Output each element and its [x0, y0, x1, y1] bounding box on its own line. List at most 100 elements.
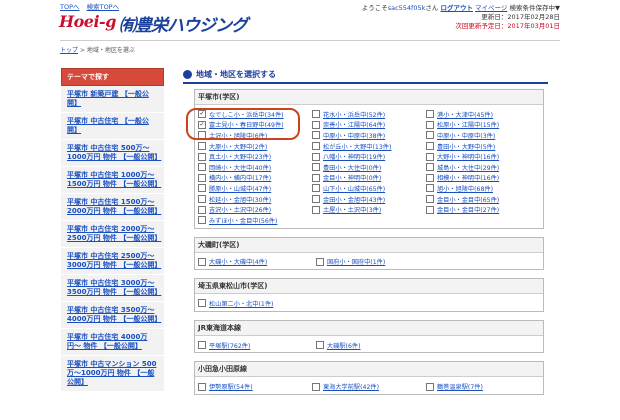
nav-search-top-link[interactable]: 検索TOPへ: [87, 3, 120, 11]
sidebar-item[interactable]: 平塚市 中古住宅 3500万〜4000万円 物件 【一般公開】: [61, 302, 164, 329]
area-checkbox[interactable]: [312, 142, 320, 151]
area-label[interactable]: みずほ小・金目中(56件): [209, 216, 277, 225]
area-checkbox[interactable]: [426, 195, 434, 204]
area-checkbox[interactable]: [198, 299, 206, 308]
area-label[interactable]: 城島小・大住中(29件): [437, 163, 499, 172]
area-checkbox[interactable]: [198, 195, 206, 204]
area-option[interactable]: 鶴巻温泉駅(7件): [426, 382, 540, 391]
sidebar-item[interactable]: 平塚市 中古住宅 1500万〜2000万円 物件 【一般公開】: [61, 194, 164, 221]
area-checkbox[interactable]: [312, 205, 320, 214]
sidebar-item[interactable]: 平塚市 中古住宅 【一般公開】: [61, 113, 164, 140]
area-option[interactable]: 大磯駅(6件): [316, 341, 434, 350]
area-option[interactable]: 豊田小・大住中(0件): [312, 163, 426, 172]
area-label[interactable]: 松山第二小・北中(1件): [209, 299, 273, 308]
area-option[interactable]: 港小・大津中(45件): [426, 110, 540, 119]
area-checkbox[interactable]: [426, 120, 434, 129]
area-label[interactable]: 旭小・旭陵中(68件): [437, 184, 493, 193]
sidebar-item[interactable]: 平塚市 中古住宅 3000万〜3500万円 物件 【一般公開】: [61, 275, 164, 302]
area-option[interactable]: 岡崎小・大住中(40件): [198, 163, 312, 172]
area-option[interactable]: 相模小・神明中(16件): [426, 173, 540, 182]
area-checkbox[interactable]: [198, 142, 206, 151]
area-label[interactable]: 金目小・神明中(0件): [323, 173, 381, 182]
area-checkbox[interactable]: [312, 195, 320, 204]
area-option[interactable]: 吉沢小・土沢中(26件): [198, 205, 312, 214]
area-option[interactable]: みずほ小・金目中(56件): [198, 216, 316, 225]
logo-en[interactable]: Hoei-g: [59, 12, 116, 31]
area-option[interactable]: 真土小・大野中(23件): [198, 152, 312, 161]
area-label[interactable]: 相模小・神明中(16件): [437, 173, 499, 182]
area-option[interactable]: 中原小・中原中(3件): [426, 131, 540, 140]
area-checkbox[interactable]: [312, 184, 320, 193]
area-label[interactable]: 伊勢原駅(54件): [209, 382, 253, 391]
area-checkbox[interactable]: [198, 173, 206, 182]
area-option[interactable]: 花水小・浜岳中(52件): [312, 110, 426, 119]
area-checkbox[interactable]: [198, 257, 206, 266]
area-option[interactable]: 国府小・国府中(1件): [316, 257, 434, 266]
area-label[interactable]: 土屋小・土沢中(3件): [323, 205, 381, 214]
area-label[interactable]: 大野小・神明中(16件): [437, 152, 499, 161]
area-option[interactable]: 東海大学前駅(42件): [312, 382, 426, 391]
area-checkbox[interactable]: [426, 163, 434, 172]
area-checkbox[interactable]: [426, 110, 434, 119]
area-checkbox[interactable]: [198, 216, 206, 225]
area-checkbox[interactable]: [426, 382, 434, 391]
area-checkbox[interactable]: [198, 184, 206, 193]
sidebar-item[interactable]: 平塚市 中古住宅 500万〜1000万円 物件 【一般公開】: [61, 140, 164, 167]
area-label[interactable]: 鶴巻温泉駅(7件): [437, 382, 483, 391]
area-option[interactable]: 大野小・神明中(16件): [426, 152, 540, 161]
area-label[interactable]: 中原小・中原中(38件): [323, 131, 385, 140]
area-label[interactable]: 花水小・浜岳中(52件): [323, 110, 385, 119]
area-label[interactable]: 勝原小・山城中(47件): [209, 184, 271, 193]
area-checkbox[interactable]: [312, 120, 320, 129]
area-option[interactable]: 金田小・金旭中(43件): [312, 195, 426, 204]
area-label[interactable]: 金目小・金目中(27件): [437, 205, 499, 214]
area-option[interactable]: 伊勢原駅(54件): [198, 382, 312, 391]
area-checkbox[interactable]: [198, 382, 206, 391]
area-label[interactable]: 金田小・金旭中(43件): [323, 195, 385, 204]
area-checkbox[interactable]: [312, 152, 320, 161]
area-checkbox[interactable]: [198, 152, 206, 161]
area-label[interactable]: 豊田小・大野中(5件): [437, 142, 495, 151]
area-checkbox[interactable]: [426, 152, 434, 161]
area-checkbox[interactable]: [198, 341, 206, 350]
area-option[interactable]: 城島小・大住中(29件): [426, 163, 540, 172]
area-label[interactable]: 大磯小・大磯中(4件): [209, 257, 267, 266]
area-option[interactable]: 山下小・山城中(65件): [312, 184, 426, 193]
area-checkbox[interactable]: [426, 131, 434, 140]
area-option[interactable]: 豊田小・大野中(5件): [426, 142, 540, 151]
area-option[interactable]: 大磯小・大磯中(4件): [198, 257, 316, 266]
area-label[interactable]: 松延小・金旭中(30件): [209, 195, 271, 204]
area-label[interactable]: 平塚駅(762件): [209, 341, 250, 350]
area-option[interactable]: 土屋小・土沢中(3件): [312, 205, 426, 214]
area-label[interactable]: 岡崎小・大住中(40件): [209, 163, 271, 172]
area-option[interactable]: 金目小・神明中(0件): [312, 173, 426, 182]
breadcrumb-home[interactable]: トップ: [60, 47, 78, 54]
nav-top-link[interactable]: TOPへ: [60, 3, 80, 11]
area-checkbox[interactable]: [316, 341, 324, 350]
area-checkbox[interactable]: [312, 110, 320, 119]
area-label[interactable]: 豊田小・大住中(0件): [323, 163, 381, 172]
area-option[interactable]: 勝原小・山城中(47件): [198, 184, 312, 193]
area-option[interactable]: 松原小・江陽中(15件): [426, 120, 540, 129]
area-option[interactable]: 横内小・横内中(17件): [198, 173, 312, 182]
area-checkbox[interactable]: [426, 142, 434, 151]
area-checkbox[interactable]: [198, 163, 206, 172]
area-option[interactable]: 松山第二小・北中(1件): [198, 299, 316, 308]
logout-link[interactable]: ログアウト: [440, 4, 473, 12]
area-option[interactable]: 松が丘小・大野中(13件): [312, 142, 426, 151]
area-checkbox[interactable]: [316, 257, 324, 266]
area-label[interactable]: 金目小・金目中(65件): [437, 195, 499, 204]
area-option[interactable]: 大原小・大野中(2件): [198, 142, 312, 151]
sidebar-item[interactable]: 平塚市 中古住宅 1000万〜1500万円 物件 【一般公開】: [61, 167, 164, 194]
area-label[interactable]: 横内小・横内中(17件): [209, 173, 271, 182]
area-label[interactable]: 東海大学前駅(42件): [323, 382, 379, 391]
sidebar-item[interactable]: 平塚市 中古住宅 2500万〜3000万円 物件 【一般公開】: [61, 248, 164, 275]
mypage-link[interactable]: マイページ: [475, 4, 507, 12]
area-option[interactable]: 八幡小・神明中(19件): [312, 152, 426, 161]
sidebar-item[interactable]: 平塚市 新築戸建 【一般公開】: [61, 86, 164, 113]
area-label[interactable]: 吉沢小・土沢中(26件): [209, 205, 271, 214]
area-checkbox[interactable]: [312, 382, 320, 391]
area-label[interactable]: 山下小・山城中(65件): [323, 184, 385, 193]
area-option[interactable]: 金目小・金目中(65件): [426, 195, 540, 204]
area-checkbox[interactable]: [312, 173, 320, 182]
